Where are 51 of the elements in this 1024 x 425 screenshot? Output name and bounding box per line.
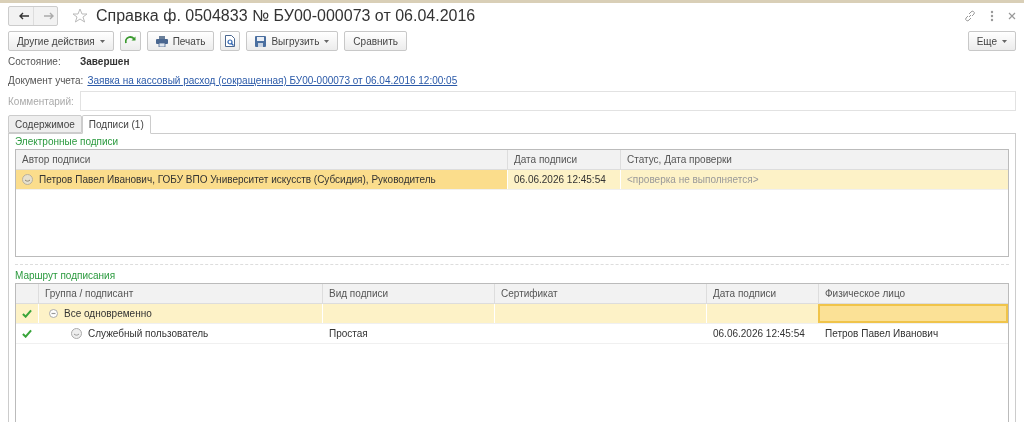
table-cell: Все одновременно (64, 308, 152, 319)
column-header: Сертификат (494, 284, 706, 303)
collapse-icon[interactable] (49, 309, 58, 318)
more-dropdown-button[interactable]: Еще (967, 31, 1016, 51)
table-cell: Петров Павел Иванович (825, 328, 939, 339)
document-search-icon (225, 35, 236, 47)
user-status-icon (71, 328, 82, 339)
table-row[interactable]: Служебный пользователь Простая 06.06.2026 12:45:54 Петров Павел Иванович (16, 324, 1008, 344)
field-label: Документ учета: (8, 75, 84, 86)
link-icon[interactable] (964, 10, 976, 22)
column-header: Вид подписи (322, 284, 494, 303)
section-title: Электронные подписи (15, 135, 120, 149)
table-cell: Служебный пользователь (88, 328, 209, 339)
field-label: Комментарий: (8, 95, 75, 107)
compare-button[interactable]: Сравнить (344, 31, 407, 51)
refresh-button[interactable] (119, 31, 141, 51)
back-arrow-icon (19, 12, 29, 20)
print-button[interactable]: Печать (146, 31, 215, 51)
star-icon[interactable] (72, 8, 88, 24)
document-link[interactable]: Заявка на кассовый расход (сокращенная) БУ00-000073 от 06.04.2016 12:00:05 (87, 75, 458, 86)
caret-icon (1002, 39, 1007, 43)
signature-status-icon (22, 174, 33, 185)
column-header: Дата подписи (706, 284, 818, 303)
table-cell: 06.06.2026 12:45:54 (507, 170, 620, 189)
table-cell: Простая (329, 328, 368, 339)
field-label: Состояние: (8, 56, 62, 67)
window-title: Справка ф. 0504833 № БУ00-000073 от 06.04.2016 (96, 7, 476, 25)
tab[interactable]: Подписи (1) (81, 115, 151, 134)
column-header: Автор подписи (21, 153, 92, 167)
column-header: Статус, Дата проверки (620, 150, 1008, 169)
column-header: Дата подписи (507, 150, 620, 169)
printer-icon (155, 35, 168, 47)
column-header: Физическое лицо (818, 284, 1008, 303)
preview-button[interactable] (220, 31, 241, 51)
table-cell: Петров Павел Иванович, ГОБУ ВПО Университет искусств (Субсидия), Руководитель (39, 174, 436, 185)
table-cell: 06.06.2026 12:45:54 (713, 328, 805, 339)
caret-icon (324, 39, 330, 43)
close-icon[interactable] (1008, 12, 1016, 20)
table-row[interactable]: Петров Павел Иванович, ГОБУ ВПО Университет искусств (Субсидия), Руководитель 06.06.2026 12:45:54 <проверка не выполняется> (16, 170, 1008, 190)
column-header: Группа / подписант (38, 284, 322, 303)
more-vertical-icon[interactable] (990, 10, 994, 22)
table-row[interactable]: Все одновременно (16, 304, 1008, 324)
export-dropdown-button[interactable]: Выгрузить (246, 31, 339, 51)
status-value: Завершен (80, 56, 130, 67)
section-title: Маршрут подписания (15, 269, 117, 283)
focused-cell[interactable] (818, 304, 1008, 323)
actions-dropdown-button[interactable]: Другие действия (8, 31, 114, 51)
table-cell: <проверка не выполняется> (620, 170, 1008, 189)
forward-arrow-icon (43, 12, 54, 20)
caret-icon (99, 39, 105, 43)
tab[interactable]: Содержимое (8, 115, 82, 133)
